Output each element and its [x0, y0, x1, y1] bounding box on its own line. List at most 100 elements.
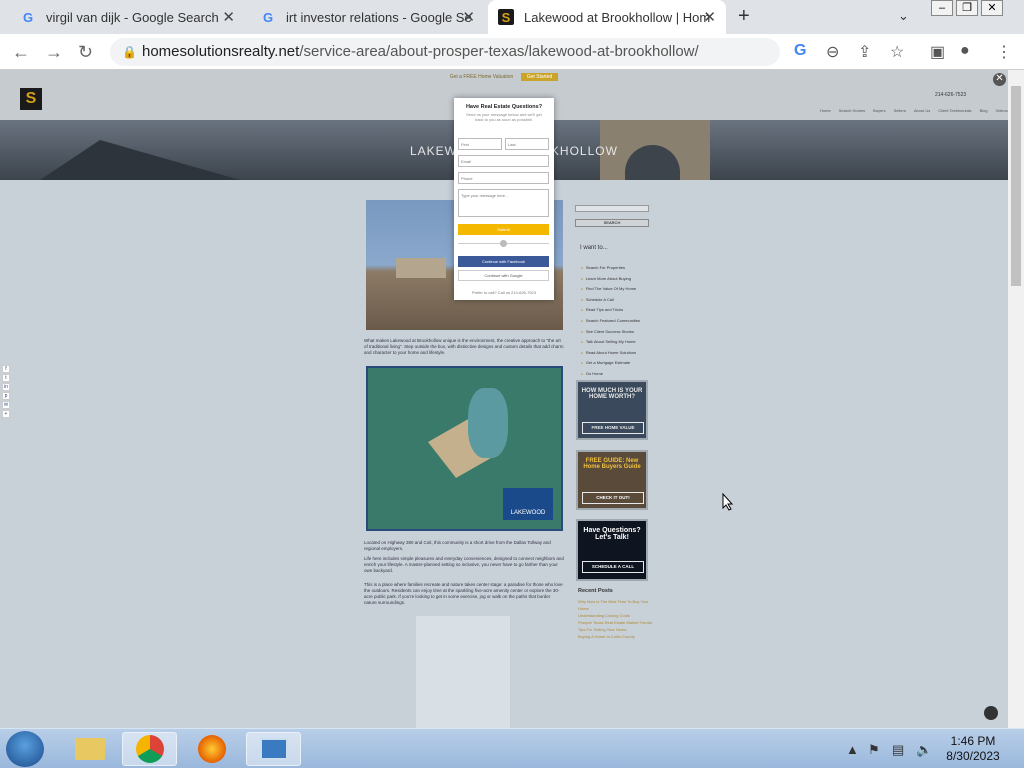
i-want-item[interactable]: Schedule A Call: [581, 295, 640, 306]
bookmark-star-icon[interactable]: ☆: [890, 42, 904, 62]
i-want-item[interactable]: Search For Properties: [581, 263, 640, 274]
share-icon[interactable]: +: [2, 410, 10, 418]
facebook-icon[interactable]: f: [2, 365, 10, 373]
menu-kebab-icon[interactable]: ⋮: [996, 42, 1012, 62]
pinterest-icon[interactable]: p: [2, 392, 10, 400]
new-tab-button[interactable]: +: [738, 5, 750, 28]
volume-icon[interactable]: 🔈: [916, 742, 932, 758]
nav-about-us[interactable]: About Us: [914, 108, 930, 113]
recent-post-link[interactable]: Why Now Is The Best Time To Buy Your Hom…: [578, 598, 658, 612]
free-home-value-button[interactable]: FREE HOME VALUE: [582, 422, 644, 434]
zoom-icon[interactable]: ⊖: [826, 42, 839, 62]
control-panel-icon[interactable]: [246, 732, 301, 766]
check-it-out-button[interactable]: CHECK IT OUT!: [582, 492, 644, 504]
tab-google-search-1[interactable]: G virgil van dijk - Google Search ✕: [10, 0, 245, 34]
tab-google-search-2[interactable]: G irt investor relations - Google Se ✕: [250, 0, 485, 34]
nav-videos[interactable]: Videos: [996, 108, 1008, 113]
home-value-promo[interactable]: HOW MUCH IS YOUR HOME WORTH? FREE HOME V…: [576, 380, 648, 440]
share-icon[interactable]: ⇪: [858, 42, 871, 62]
network-icon[interactable]: ▤: [892, 742, 904, 758]
url-path: /service-area/about-prosper-texas/lakewo…: [299, 43, 699, 60]
first-name-field[interactable]: First: [458, 138, 502, 150]
phone-field[interactable]: Phone: [458, 172, 549, 184]
restore-icon[interactable]: ❐: [956, 0, 978, 16]
nav-sellers[interactable]: Sellers: [894, 108, 906, 113]
last-name-field[interactable]: Last: [505, 138, 549, 150]
i-want-item[interactable]: Find The Value Of My Home: [581, 284, 640, 295]
linkedin-icon[interactable]: in: [2, 383, 10, 391]
nav-search-homes[interactable]: Search Homes: [839, 108, 865, 113]
submit-button[interactable]: Submit: [458, 224, 549, 235]
outdoors-paragraph: This is a place where families recreate …: [364, 582, 563, 605]
chat-widget-icon[interactable]: [984, 706, 998, 720]
email-field[interactable]: Email: [458, 155, 549, 167]
profile-icon[interactable]: ●: [960, 42, 970, 60]
nav-blog[interactable]: Blog: [980, 108, 988, 113]
facebook-login-button[interactable]: Continue with Facebook: [458, 256, 549, 267]
lock-icon: 🔒: [122, 45, 137, 59]
i-want-item[interactable]: Search Featured Communities: [581, 316, 640, 327]
close-icon[interactable]: ✕: [222, 8, 235, 26]
reload-icon[interactable]: ↻: [78, 42, 93, 63]
notice-bar: Get a FREE Home Valuation Get Started: [0, 70, 1008, 84]
sidebar-search-input[interactable]: [575, 205, 649, 212]
tab-search-chevron-icon[interactable]: ⌄: [898, 8, 909, 24]
file-explorer-icon[interactable]: [62, 732, 117, 766]
google-login-button[interactable]: Continue with Google: [458, 270, 549, 281]
buyers-guide-promo[interactable]: FREE GUIDE: New Home Buyers Guide CHECK …: [576, 450, 648, 510]
i-want-item[interactable]: Get a Mortgage Estimate: [581, 358, 640, 369]
modal-close-icon[interactable]: ✕: [993, 73, 1006, 86]
web-page: Get a FREE Home Valuation Get Started S …: [0, 70, 1008, 728]
i-want-item[interactable]: Learn More About Buying: [581, 274, 640, 285]
site-logo-icon: S: [498, 9, 514, 25]
twitter-icon[interactable]: t: [2, 374, 10, 382]
i-want-item[interactable]: See Client Success Stories: [581, 327, 640, 338]
minimize-icon[interactable]: –: [931, 0, 953, 16]
system-clock[interactable]: 1:46 PM 8/30/2023: [938, 734, 1008, 764]
tab-title: irt investor relations - Google Se: [286, 9, 472, 25]
notice-button[interactable]: Get Started: [520, 73, 559, 81]
promo-title: FREE GUIDE: New Home Buyers Guide: [583, 458, 641, 470]
schedule-call-button[interactable]: SCHEDULE A CALL: [582, 561, 644, 573]
i-want-item[interactable]: Talk About Selling My Home: [581, 337, 640, 348]
tab-lakewood[interactable]: S Lakewood at Brookhollow | Hom ✕: [488, 0, 726, 34]
close-icon[interactable]: ✕: [703, 8, 716, 26]
back-arrow-icon[interactable]: ←: [12, 42, 30, 63]
nav-testimonials[interactable]: Client Testimonials: [938, 108, 971, 113]
schedule-call-promo[interactable]: Have Questions? Let's Talk! SCHEDULE A C…: [576, 519, 648, 581]
recent-post-link[interactable]: Understanding Closing Costs: [578, 612, 658, 619]
header-phone[interactable]: 214-626-7523: [935, 92, 966, 98]
forward-arrow-icon[interactable]: →: [45, 42, 63, 63]
email-icon[interactable]: ✉: [2, 401, 10, 409]
recent-post-link[interactable]: Buying A Home In Collin County: [578, 633, 658, 640]
url-field[interactable]: 🔒 homesolutionsrealty.net/service-area/a…: [110, 38, 780, 66]
i-want-item[interactable]: Go Home: [581, 369, 640, 380]
side-panel-icon[interactable]: ▣: [930, 42, 945, 62]
i-want-item[interactable]: Read About Home Solutions: [581, 348, 640, 359]
page-scrollbar[interactable]: [1008, 70, 1024, 728]
site-logo[interactable]: S: [20, 88, 42, 110]
sidebar-search-button[interactable]: SEARCH: [575, 219, 649, 227]
promo-title: HOW MUCH IS YOUR HOME WORTH?: [581, 388, 643, 400]
call-us-text[interactable]: Prefer to call? Call us 214-626-7523: [454, 290, 554, 295]
chrome-icon[interactable]: [122, 732, 177, 766]
action-center-icon[interactable]: ⚑: [868, 742, 880, 758]
recent-post-link[interactable]: Tips For Selling Your Home: [578, 626, 658, 633]
message-textarea[interactable]: Type your message here...: [458, 189, 549, 217]
clock-date: 8/30/2023: [946, 749, 1000, 763]
tray-expand-icon[interactable]: ▲: [846, 742, 859, 757]
window-close-icon[interactable]: ✕: [981, 0, 1003, 16]
nav-buyers[interactable]: Buyers: [873, 108, 885, 113]
location-paragraph: Located on Highway 380 and Coit, this co…: [364, 540, 551, 551]
recent-post-link[interactable]: Prosper Texas Real Estate Market Trends: [578, 619, 658, 626]
area-map[interactable]: [416, 616, 510, 728]
tab-title: Lakewood at Brookhollow | Hom: [524, 9, 711, 25]
nav-home[interactable]: Home: [820, 108, 831, 113]
scrollbar-thumb[interactable]: [1011, 86, 1021, 286]
i-want-item[interactable]: Read Tips and Tricks: [581, 305, 640, 316]
modal-subtitle: Send us your message below and we'll get…: [466, 112, 542, 122]
close-icon[interactable]: ✕: [462, 8, 475, 26]
start-button[interactable]: [6, 731, 44, 767]
google-lens-icon[interactable]: G: [794, 42, 806, 60]
firefox-icon[interactable]: [184, 732, 239, 766]
